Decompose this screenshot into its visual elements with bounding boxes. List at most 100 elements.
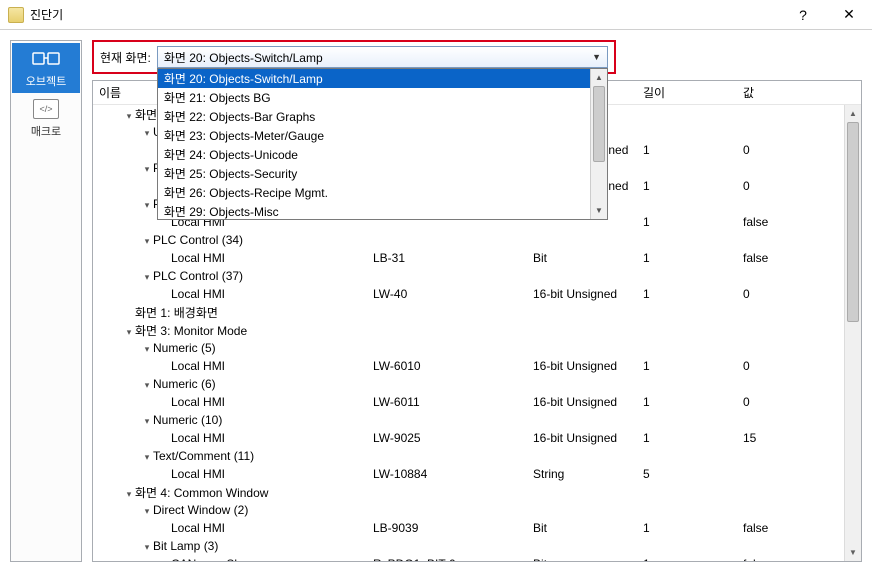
dropdown-option[interactable]: 화면 29: Objects-Misc xyxy=(158,202,590,219)
row-length: 1 xyxy=(643,431,650,445)
row-address: LW-6011 xyxy=(373,395,420,409)
row-value: 0 xyxy=(743,395,750,409)
caret-open-icon[interactable] xyxy=(123,489,135,500)
row-length: 1 xyxy=(643,359,650,373)
row-name: Local HMI xyxy=(171,395,225,409)
caret-open-icon[interactable] xyxy=(141,380,153,391)
tree-row[interactable]: Numeric (5) xyxy=(93,339,861,357)
row-name: PLC Control (34) xyxy=(153,233,243,247)
tree-row[interactable]: 화면 1: 배경화면 xyxy=(93,303,861,321)
sidebar-item-objects[interactable]: 오브젝트 xyxy=(12,43,80,93)
dropdown-option[interactable]: 화면 24: Objects-Unicode xyxy=(158,145,590,164)
sidebar-item-macro[interactable]: </> 매크로 xyxy=(12,93,80,143)
caret-open-icon[interactable] xyxy=(141,452,153,463)
screen-selector-dropdown: 화면 20: Objects-Switch/Lamp화면 21: Objects… xyxy=(157,68,608,220)
tree-row[interactable]: CANopen SlaveRxPDO1_BIT-0Bit1false xyxy=(93,555,861,561)
caret-open-icon[interactable] xyxy=(123,111,135,122)
row-type: 16-bit Unsigned xyxy=(533,395,617,409)
dropdown-scrollbar[interactable]: ▲ ▼ xyxy=(590,69,607,219)
caret-open-icon[interactable] xyxy=(141,200,153,211)
row-address: LW-6010 xyxy=(373,359,421,373)
tree-row[interactable]: Local HMILW-4016-bit Unsigned10 xyxy=(93,285,861,303)
tree-row[interactable]: Direct Window (2) xyxy=(93,501,861,519)
tree-row[interactable]: Local HMILB-9039Bit1false xyxy=(93,519,861,537)
scroll-thumb[interactable] xyxy=(847,122,859,322)
tree-row[interactable]: Local HMI LW-6011 16-bit Unsigned 1 0 xyxy=(93,393,861,411)
titlebar: 진단기 ? ✕ xyxy=(0,0,872,30)
sidebar-item-label: 매크로 xyxy=(12,123,80,139)
row-type: Bit xyxy=(533,521,547,535)
row-value: 15 xyxy=(743,431,756,445)
tree-row[interactable]: Local HMILW-10884String5 xyxy=(93,465,861,483)
main: 오브젝트 </> 매크로 현재 화면: 화면 20: Objects-Switc… xyxy=(0,30,872,572)
dropdown-option[interactable]: 화면 21: Objects BG xyxy=(158,88,590,107)
dropdown-option[interactable]: 화면 26: Objects-Recipe Mgmt. xyxy=(158,183,590,202)
row-name: 화면 1: 배경화면 xyxy=(135,306,218,320)
tree-row[interactable]: Text/Comment (11) xyxy=(93,447,861,465)
tree-row[interactable]: Bit Lamp (3) xyxy=(93,537,861,555)
row-value: false xyxy=(743,521,768,535)
col-length[interactable]: 길이 xyxy=(643,84,665,101)
macro-icon: </> xyxy=(12,99,80,119)
caret-open-icon[interactable] xyxy=(141,416,153,427)
row-name: CANopen Slave xyxy=(171,557,256,561)
scroll-thumb[interactable] xyxy=(593,86,605,162)
row-name: Local HMI xyxy=(171,359,225,373)
caret-open-icon[interactable] xyxy=(141,542,153,553)
screen-selector-label: 현재 화면: xyxy=(100,49,151,66)
row-name: Numeric (5) xyxy=(153,341,216,355)
screen-selector[interactable]: 화면 20: Objects-Switch/Lamp ▼ 화면 20: Obje… xyxy=(157,46,608,68)
row-value: false xyxy=(743,251,768,265)
row-length: 1 xyxy=(643,143,650,157)
row-value: 0 xyxy=(743,179,750,193)
row-name: Local HMI xyxy=(171,467,225,481)
screen-selector-box[interactable]: 화면 20: Objects-Switch/Lamp ▼ xyxy=(157,46,608,68)
row-type: 16-bit Unsigned xyxy=(533,431,617,445)
chevron-down-icon: ▼ xyxy=(592,52,601,62)
row-address: LW-40 xyxy=(373,287,407,301)
row-name: Bit Lamp (3) xyxy=(153,539,218,553)
col-value[interactable]: 값 xyxy=(743,84,754,101)
tree-scrollbar[interactable]: ▲ ▼ xyxy=(844,105,861,561)
sidebar: 오브젝트 </> 매크로 xyxy=(10,40,82,562)
caret-open-icon[interactable] xyxy=(141,272,153,283)
dropdown-option[interactable]: 화면 22: Objects-Bar Graphs xyxy=(158,107,590,126)
tree-row[interactable]: Local HMILW-902516-bit Unsigned115 xyxy=(93,429,861,447)
row-name: Local HMI xyxy=(171,521,225,535)
row-length: 1 xyxy=(643,287,650,301)
dropdown-option[interactable]: 화면 25: Objects-Security xyxy=(158,164,590,183)
screen-selector-row: 현재 화면: 화면 20: Objects-Switch/Lamp ▼ 화면 2… xyxy=(92,40,616,74)
scroll-down-icon[interactable]: ▼ xyxy=(591,202,607,219)
tree-row[interactable]: 화면 4: Common Window xyxy=(93,483,861,501)
row-length: 1 xyxy=(643,395,650,409)
dropdown-option[interactable]: 화면 20: Objects-Switch/Lamp xyxy=(158,69,590,88)
tree-row[interactable]: Local HMILW-601016-bit Unsigned10 xyxy=(93,357,861,375)
caret-open-icon[interactable] xyxy=(123,327,135,338)
scroll-up-icon[interactable]: ▲ xyxy=(591,69,607,86)
tree-row[interactable]: Numeric (10) xyxy=(93,411,861,429)
caret-open-icon[interactable] xyxy=(141,164,153,175)
close-button[interactable]: ✕ xyxy=(826,0,872,30)
row-name: Numeric (6) xyxy=(153,377,216,391)
tree-row[interactable]: 화면 3: Monitor Mode xyxy=(93,321,861,339)
tree-row[interactable]: Local HMILB-31Bit1false xyxy=(93,249,861,267)
caret-open-icon[interactable] xyxy=(141,506,153,517)
row-length: 5 xyxy=(643,467,650,481)
row-name: 화면 3: Monitor Mode xyxy=(135,324,247,338)
scroll-down-icon[interactable]: ▼ xyxy=(845,544,861,561)
row-address: LB-9039 xyxy=(373,521,418,535)
col-name[interactable]: 이름 xyxy=(99,84,121,101)
caret-open-icon[interactable] xyxy=(141,128,153,139)
scroll-up-icon[interactable]: ▲ xyxy=(845,105,861,122)
row-type: String xyxy=(533,467,564,481)
row-value: false xyxy=(743,557,768,561)
row-name: PLC Control (37) xyxy=(153,269,243,283)
caret-open-icon[interactable] xyxy=(141,236,153,247)
help-button[interactable]: ? xyxy=(780,0,826,30)
row-name: 화면 4: Common Window xyxy=(135,486,268,500)
tree-row[interactable]: Numeric (6) xyxy=(93,375,861,393)
tree-row[interactable]: PLC Control (37) xyxy=(93,267,861,285)
dropdown-option[interactable]: 화면 23: Objects-Meter/Gauge xyxy=(158,126,590,145)
tree-row[interactable]: PLC Control (34) xyxy=(93,231,861,249)
caret-open-icon[interactable] xyxy=(141,344,153,355)
